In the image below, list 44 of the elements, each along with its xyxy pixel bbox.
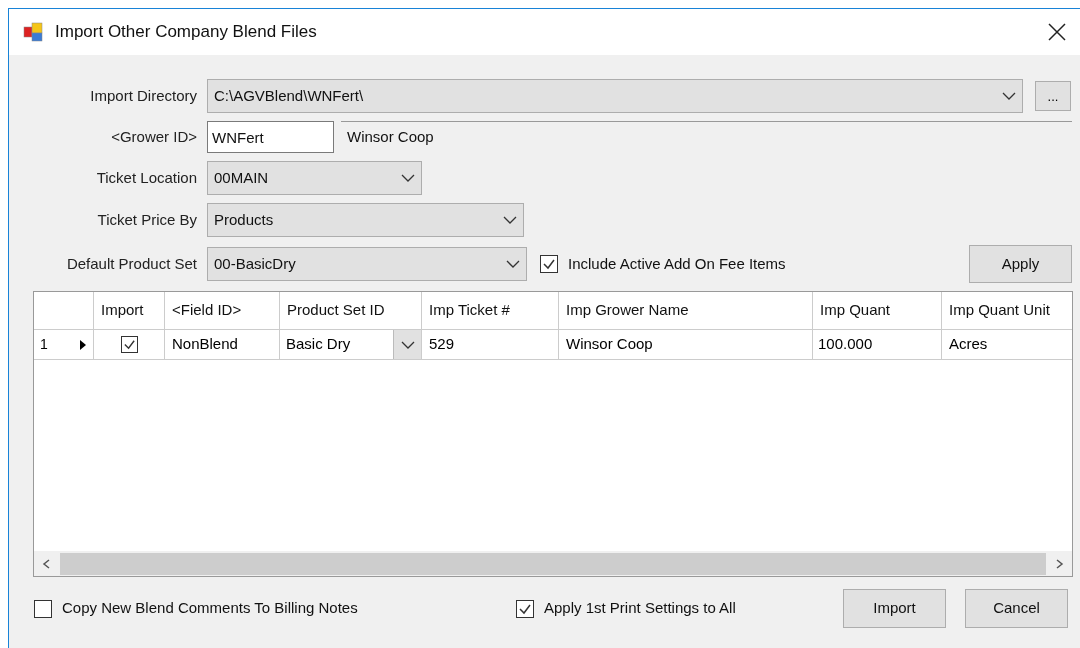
chevron-down-icon xyxy=(400,340,415,349)
chevron-down-icon xyxy=(506,260,520,268)
field-label: Import Directory xyxy=(89,85,198,106)
checkbox[interactable] xyxy=(120,336,138,353)
column-header[interactable]: Import xyxy=(94,292,165,329)
cancel-button[interactable]: Cancel xyxy=(965,589,1068,628)
checkbox-label: Apply 1st Print Settings to All xyxy=(544,598,736,619)
row-header[interactable]: 1 xyxy=(34,330,94,359)
import-button[interactable]: Import xyxy=(843,589,946,628)
checkbox[interactable] xyxy=(34,599,52,618)
column-header[interactable]: <Field ID> xyxy=(165,292,280,329)
product-set-dropdown[interactable]: 00-BasicDry xyxy=(207,247,527,281)
row-number: 1 xyxy=(40,335,48,354)
app-icon xyxy=(23,22,43,42)
apply-button[interactable]: Apply xyxy=(969,245,1072,283)
checkbox[interactable] xyxy=(540,255,558,273)
field-label: Ticket Price By xyxy=(96,209,198,230)
table-cell: NonBlend xyxy=(165,330,280,359)
location-dropdown[interactable]: 00MAIN xyxy=(207,161,422,195)
column-header[interactable]: Imp Quant xyxy=(813,292,942,329)
field-label: Default Product Set xyxy=(65,253,198,274)
table-cell: 529 xyxy=(422,330,559,359)
browse-button[interactable]: ... xyxy=(1035,81,1071,111)
checkbox-label: Include Active Add On Fee Items xyxy=(568,253,786,274)
grower-id-field[interactable]: WNFert xyxy=(207,121,334,153)
chevron-down-icon xyxy=(503,216,517,224)
column-header[interactable]: Imp Grower Name xyxy=(559,292,813,329)
chevron-down-icon xyxy=(401,174,415,182)
directory-dropdown[interactable]: C:\AGVBlend\WNFert\ xyxy=(207,79,1023,113)
checkbox-label: Copy New Blend Comments To Billing Notes xyxy=(62,598,358,619)
price-by-dropdown[interactable]: Products xyxy=(207,203,524,237)
column-header[interactable]: Imp Ticket # xyxy=(422,292,559,329)
field-label: <Grower ID> xyxy=(110,126,198,147)
checkbox[interactable] xyxy=(516,599,534,618)
table-cell-text: Acres xyxy=(948,334,989,355)
table-cell: 100.000 xyxy=(813,330,942,359)
product-set-cell-dropdown[interactable]: Basic Dry xyxy=(280,330,422,359)
field-label: Ticket Location xyxy=(95,167,198,188)
column-header[interactable]: Product Set ID xyxy=(280,292,422,329)
window-title: Import Other Company Blend Files xyxy=(55,21,317,44)
table-cell: Winsor Coop xyxy=(559,330,813,359)
chevron-down-icon xyxy=(1002,92,1016,100)
close-icon[interactable] xyxy=(1048,23,1066,41)
column-header[interactable]: Imp Quant Unit xyxy=(942,292,1072,329)
